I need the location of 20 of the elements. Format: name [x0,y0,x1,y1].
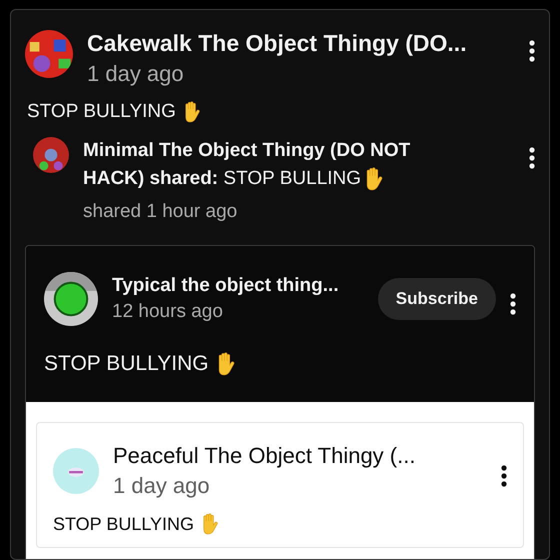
more-options-icon[interactable] [529,40,535,62]
subscribe-button[interactable]: Subscribe [378,278,496,320]
share-text: HACK) shared: STOP BULLING [83,167,362,191]
post-time: 1 day ago [113,473,211,499]
more-options-icon[interactable] [501,465,507,487]
post-text: STOP BULLYING [44,352,209,376]
share-text: Minimal The Object Thingy (DO NOT [83,139,410,163]
share-time: shared 1 hour ago [83,201,238,223]
avatar[interactable] [25,30,73,78]
post-time: 12 hours ago [112,301,224,323]
author-name[interactable]: Peaceful The Object Thingy (... [113,443,487,469]
avatar[interactable] [33,137,69,173]
more-options-icon[interactable] [529,147,535,169]
author-name[interactable]: Typical the object thing... [112,275,356,297]
more-options-icon[interactable] [510,293,516,315]
post-text: STOP BULLYING [53,514,194,534]
post-text: STOP BULLYING [27,101,176,123]
author-name[interactable]: Cakewalk The Object Thingy (DO... [87,30,515,57]
avatar[interactable] [44,272,98,326]
post-time: 1 day ago [87,61,185,87]
